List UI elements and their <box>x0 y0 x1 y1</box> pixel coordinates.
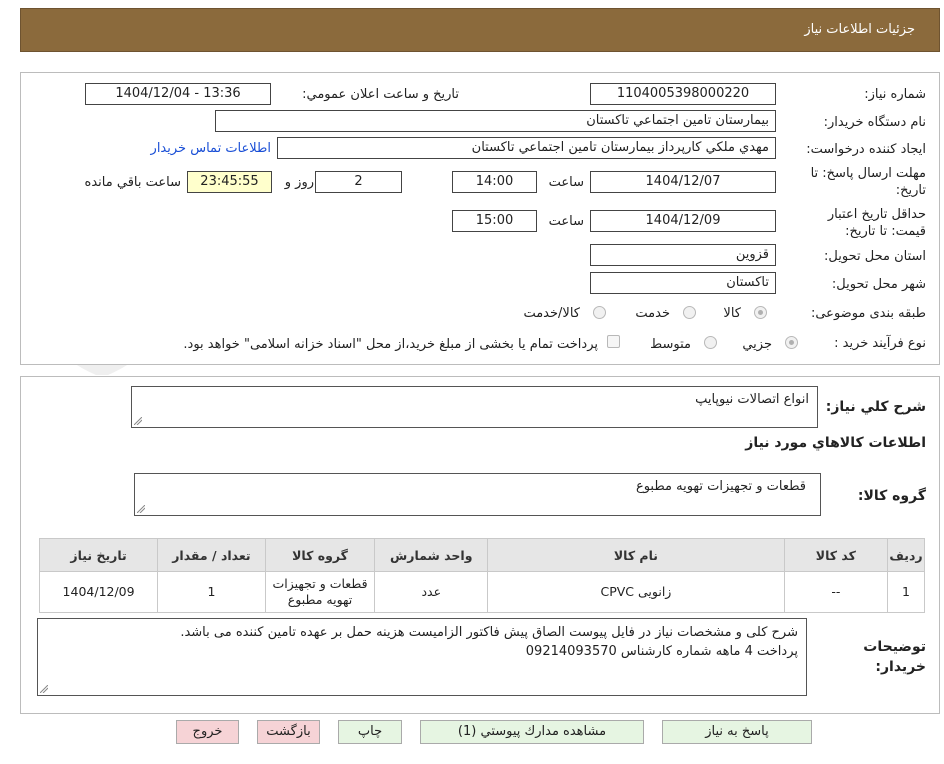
reply-button[interactable]: پاسخ به نياز <box>662 720 812 744</box>
resize-grip-icon[interactable] <box>40 685 48 693</box>
category-option-goods: کالا <box>723 306 741 321</box>
category-label: طبقه بندی موضوعی: <box>810 306 926 321</box>
remaining-time-field: 23:45:55 <box>187 171 272 193</box>
treasury-checkbox[interactable] <box>607 335 620 348</box>
treasury-note: پرداخت تمام يا بخشی از مبلغ خريد،از محل … <box>183 337 598 352</box>
summary-label: شرح كلي نياز: <box>825 399 926 415</box>
city-field: تاکستان <box>590 272 776 294</box>
buyer-notes-line-2: پرداخت 4 ماهه شماره کارشناس 09214093570 <box>525 644 798 659</box>
resize-grip-icon[interactable] <box>137 505 145 513</box>
deadline-date-field: 1404/12/07 <box>590 171 776 193</box>
back-button[interactable]: بازگشت <box>257 720 320 744</box>
requester-field: مهدي ملکي کارپرداز بيمارستان تامين اجتما… <box>277 137 776 159</box>
buyer-org-field: بيمارستان تامين اجتماعي تاکستان <box>215 110 776 132</box>
col-name: نام کالا <box>487 538 785 572</box>
validity-time-label: ساعت <box>548 214 584 229</box>
buyer-contact-link[interactable]: اطلاعات تماس خريدار <box>151 141 271 156</box>
days-label: روز و <box>284 175 314 190</box>
buyer-notes-textarea: شرح کلی و مشخصات نياز در فايل پيوست الصا… <box>37 618 807 696</box>
view-attachments-button[interactable]: مشاهده مدارك پيوستي (1) <box>420 720 644 744</box>
province-label: استان محل تحويل: <box>824 249 926 264</box>
process-radio-minor[interactable] <box>785 336 798 349</box>
print-button[interactable]: چاپ <box>338 720 402 744</box>
col-row: رديف <box>887 538 925 572</box>
cell-qty: 1 <box>157 571 266 613</box>
buyer-org-label: نام دستگاه خريدار: <box>823 115 926 130</box>
cell-group: قطعات و تجهيزات تهويه مطبوع <box>264 571 376 613</box>
remaining-label: ساعت باقي مانده <box>84 175 181 190</box>
category-radio-goods-service[interactable] <box>593 306 606 319</box>
page-title: جزئيات اطلاعات نياز <box>804 22 915 37</box>
validity-time-field: 15:00 <box>452 210 537 232</box>
goods-group-text: قطعات و تجهيزات تهويه مطبوع <box>635 479 806 494</box>
buyer-notes-line-1: شرح کلی و مشخصات نياز در فايل پيوست الصا… <box>180 625 798 640</box>
cell-unit: عدد <box>374 571 489 613</box>
page-header: جزئيات اطلاعات نياز <box>20 8 940 52</box>
province-field: قزوين <box>590 244 776 266</box>
exit-button[interactable]: خروج <box>176 720 239 744</box>
resize-grip-icon[interactable] <box>134 417 142 425</box>
cell-name: زانويی CPVC <box>487 571 785 613</box>
process-label: نوع فرآيند خريد : <box>834 336 926 351</box>
requester-label: ايجاد کننده درخواست: <box>806 142 926 157</box>
city-label: شهر محل تحويل: <box>831 277 926 292</box>
category-option-goods-service: کالا/خدمت <box>523 306 580 321</box>
cell-date: 1404/12/09 <box>38 571 159 613</box>
goods-info-title: اطلاعات کالاهاي مورد نياز <box>745 435 926 451</box>
cell-row: 1 <box>887 571 925 613</box>
process-radio-medium[interactable] <box>704 336 717 349</box>
category-radio-service[interactable] <box>683 306 696 319</box>
category-radio-goods[interactable] <box>754 306 767 319</box>
process-option-minor: جزيي <box>742 337 772 352</box>
summary-text: انواع اتصالات نيوپايپ <box>695 392 809 407</box>
summary-textarea: انواع اتصالات نيوپايپ <box>131 386 818 428</box>
buyer-notes-label: توضيحات خريدار: <box>863 639 926 675</box>
validity-label: حداقل تاريخ اعتبار قيمت: تا تاريخ: <box>827 207 926 239</box>
cell-code: -- <box>783 571 889 613</box>
deadline-time-label: ساعت <box>548 175 584 190</box>
goods-table-header: رديف کد کالا نام کالا واحد شمارش گروه کا… <box>38 538 925 572</box>
announce-datetime-field: 1404/12/04 - 13:36 <box>85 83 271 105</box>
need-number-field: 1104005398000220 <box>590 83 776 105</box>
col-qty: تعداد / مقدار <box>157 538 266 572</box>
col-unit: واحد شمارش <box>374 538 489 572</box>
deadline-label: مهلت ارسال پاسخ: تا تاريخ: <box>810 166 926 198</box>
goods-group-label: گروه کالا: <box>857 488 926 504</box>
col-date: تاريخ نياز <box>38 538 159 572</box>
deadline-time-field: 14:00 <box>452 171 537 193</box>
table-row: 1 -- زانويی CPVC عدد قطعات و تجهيزات تهو… <box>38 571 925 613</box>
col-code: کد کالا <box>783 538 889 572</box>
days-field: 2 <box>315 171 402 193</box>
need-number-label: شماره نياز: <box>864 87 926 102</box>
goods-group-textarea: قطعات و تجهيزات تهويه مطبوع <box>134 473 821 516</box>
validity-date-field: 1404/12/09 <box>590 210 776 232</box>
category-option-service: خدمت <box>635 306 670 321</box>
process-option-medium: متوسط <box>650 337 691 352</box>
goods-table: رديف کد کالا نام کالا واحد شمارش گروه کا… <box>38 538 925 613</box>
announce-label: تاريخ و ساعت اعلان عمومي: <box>302 87 459 102</box>
col-group: گروه کالا <box>264 538 376 572</box>
